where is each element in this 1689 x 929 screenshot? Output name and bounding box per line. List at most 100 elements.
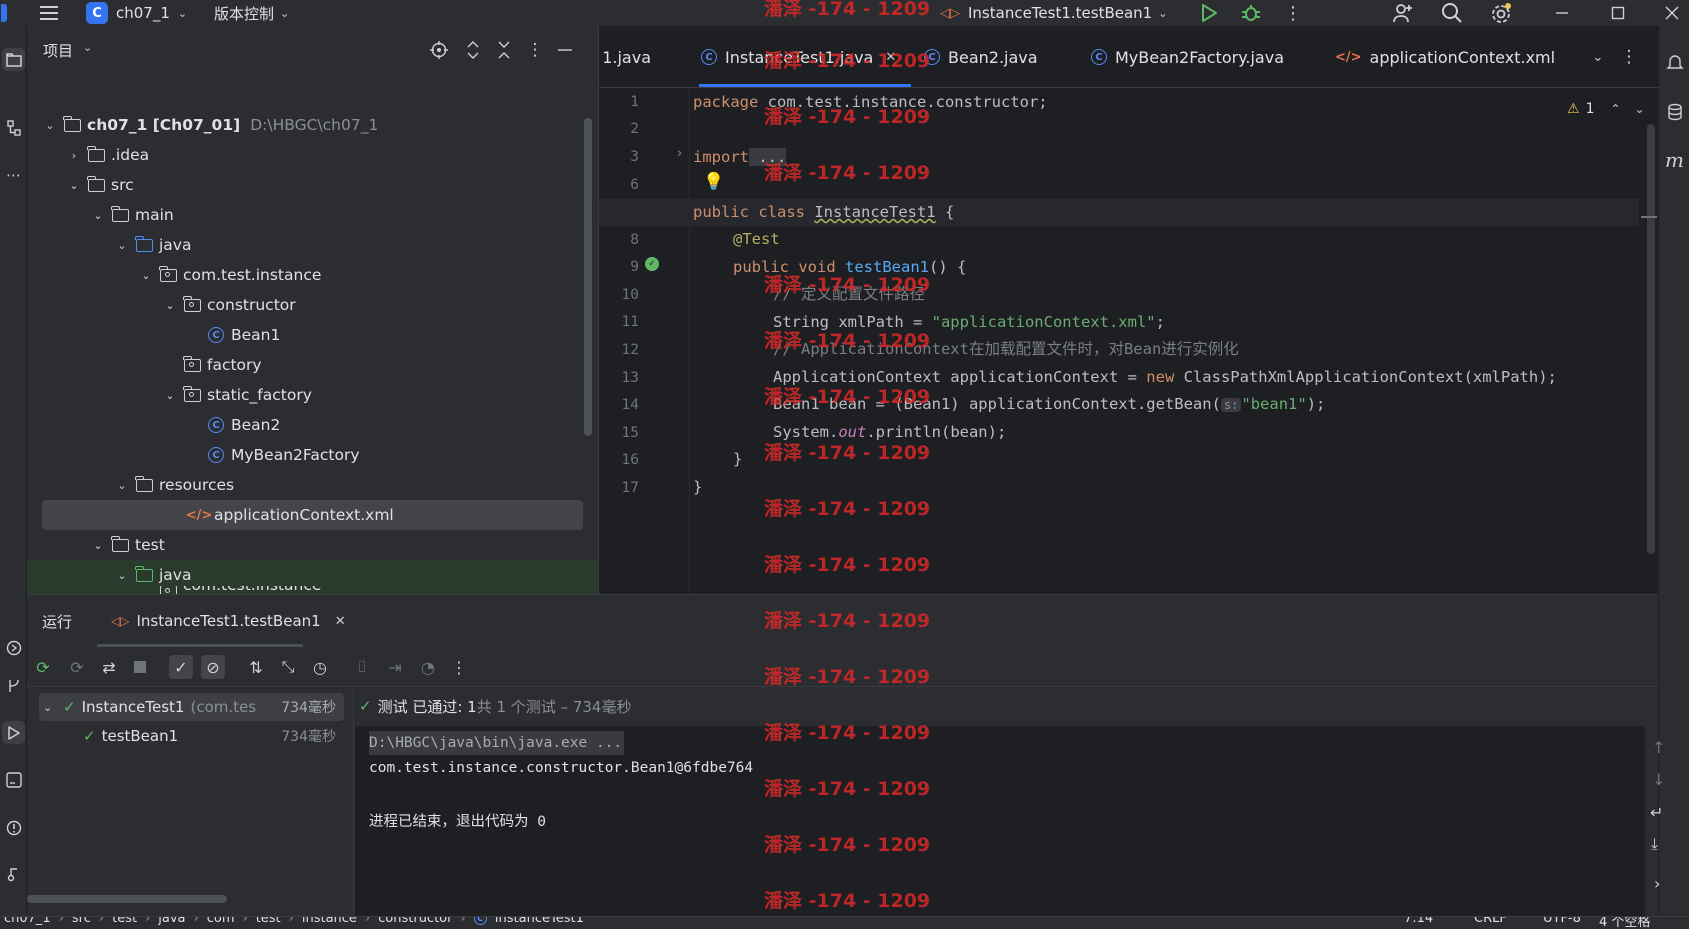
tree-scrollbar[interactable] [584,118,592,436]
notifications-icon[interactable] [1663,50,1686,73]
show-ignored-icon[interactable]: ⊘ [201,655,225,679]
breadcrumb-item[interactable]: java [158,917,185,926]
hide-panel-icon[interactable] [554,39,576,61]
collapse-all-icon[interactable] [493,39,515,61]
terminal-tool-icon[interactable] [2,768,25,791]
code-line-3[interactable]: import ... [693,144,787,171]
tree-item-application-context[interactable]: </> applicationContext.xml [42,500,583,530]
code-line-15[interactable]: System.out.println(bean); [693,419,1006,446]
inspection-widget[interactable]: ⚠ 1 ⌃ ⌄ [1567,96,1645,122]
search-icon[interactable] [1439,0,1465,26]
fold-chevron-icon[interactable]: › [677,146,682,161]
services-tool-icon[interactable] [2,636,25,659]
chevron-down-icon[interactable]: ⌄ [163,299,177,312]
tree-item-constructor[interactable]: ⌄ constructor [27,290,598,320]
chevron-down-icon[interactable]: ⌄ [91,209,105,222]
show-passed-icon[interactable]: ✓ [169,655,193,679]
vcs-menu[interactable]: 版本控制 ⌄ [214,0,289,26]
more-options-icon[interactable]: ⋮ [447,655,471,679]
chevron-down-icon[interactable]: ⌄ [139,586,153,589]
lightbulb-icon[interactable]: 💡 [703,172,724,192]
project-selector[interactable]: C ch07_1 ⌄ [86,0,187,26]
database-icon[interactable] [1663,100,1686,123]
tree-item-package[interactable]: ⌄ com.test.instance [27,260,598,290]
chevron-down-icon[interactable]: ⌄ [43,701,59,714]
code-line-9[interactable]: public void testBean1() { [693,254,966,281]
tab-bean2-java[interactable]: C Bean2.java [924,26,1038,88]
chevron-down-icon[interactable]: ⌄ [139,269,153,282]
main-menu-icon[interactable] [36,0,62,26]
code-line-8[interactable]: @Test [693,226,780,253]
settings-gear-icon[interactable] [1488,0,1514,26]
screenshot-icon[interactable]: ⌷ [350,655,374,679]
run-tab[interactable]: ◁▷ InstanceTest1.testBean1 ✕ [111,595,346,647]
tab-options-icon[interactable]: ⋮ [1619,46,1639,68]
tree-item-test[interactable]: ⌄ test [27,530,598,560]
chevron-up-icon[interactable]: ⌃ [1610,102,1620,116]
maximize-icon[interactable] [1606,0,1630,26]
version-control-tool-icon[interactable] [2,862,25,885]
test-row-class[interactable]: ⌄ ✓ InstanceTest1 (com.tes 734毫秒 [39,693,344,721]
tree-item-static-factory[interactable]: ⌄ static_factory [27,380,598,410]
chevron-right-icon[interactable]: › [67,149,81,162]
tree-item-package-test[interactable]: ⌄ com.test.instance [27,586,598,594]
rerun-icon[interactable]: ⟳ [31,655,55,679]
chevron-down-icon[interactable]: ⌄ [1635,102,1645,116]
code-line-12[interactable]: // ApplicationContext在加载配置文件时，对Bean进行实例化 [693,336,1239,363]
breadcrumb-item[interactable]: test [112,917,137,926]
chevron-down-icon[interactable]: ⌄ [83,41,92,54]
maven-icon[interactable]: m [1663,148,1686,172]
locate-file-icon[interactable] [428,39,450,61]
close-tab-icon[interactable]: ✕ [335,614,346,629]
tree-item-factory[interactable]: factory [27,350,598,380]
line-ending[interactable]: CRLF [1474,917,1507,926]
chevron-down-icon[interactable]: ⌄ [43,119,57,132]
chevron-down-icon[interactable]: ⌄ [115,479,129,492]
breadcrumb-item[interactable]: src [72,917,91,926]
breadcrumb-item[interactable]: InstanceTest1 [495,917,584,926]
code-line-16[interactable]: } [693,446,742,473]
import-tests-icon[interactable]: ⇥ [383,655,407,679]
code-line-17[interactable]: } [693,474,702,501]
chevron-down-icon[interactable]: ⌄ [115,239,129,252]
close-tab-icon[interactable]: ✕ [885,50,896,65]
cursor-position[interactable]: 7:14 [1404,917,1433,926]
tab-instancetest1-partial[interactable]: 1.java [599,26,651,88]
tree-item-mybean2factory[interactable]: C MyBean2Factory [27,440,598,470]
panel-options-icon[interactable]: ⋮ [525,39,545,61]
close-window-icon[interactable] [1660,0,1684,26]
structure-tool-icon[interactable] [2,116,25,139]
tree-item-idea[interactable]: › .idea [27,140,598,170]
breadcrumb-item[interactable]: com [207,917,235,926]
file-encoding[interactable]: UTF-8 [1543,917,1581,926]
tree-item-bean2[interactable]: C Bean2 [27,410,598,440]
code-line-1[interactable]: package com.test.instance.constructor; [693,89,1048,116]
run-test-method-gutter-icon[interactable]: ✓ [645,257,659,271]
tree-item-project-root[interactable]: ⌄ ch07_1 [Ch07_01] D:\HBGC\ch07_1 [27,110,598,140]
tab-instancetest1-java[interactable]: C InstanceTest1.java ✕ [701,26,896,88]
breadcrumb-item[interactable]: ch07_1 [4,917,51,926]
run-tool-icon[interactable] [2,721,25,744]
tree-item-resources[interactable]: ⌄ resources [27,470,598,500]
expand-all-icon[interactable] [462,39,484,61]
git-tool-icon[interactable] [2,674,25,697]
history-icon[interactable]: ◷ [308,655,332,679]
code-line-14[interactable]: Bean1 bean = (Bean1) applicationContext.… [693,391,1325,418]
breadcrumb-item[interactable]: instance [302,917,357,926]
toggle-auto-test-icon[interactable]: ⇄ [97,655,121,679]
add-user-icon[interactable] [1390,0,1416,26]
tree-item-src[interactable]: ⌄ src [27,170,598,200]
run-config-selector[interactable]: ◁▷ InstanceTest1.testBean1 ⌄ [940,0,1167,26]
sort-icon[interactable]: ⇅ [244,655,268,679]
scroll-down-icon[interactable]: ↓ [1652,770,1665,789]
editor-scrollbar[interactable] [1647,124,1655,554]
test-row-method[interactable]: ✓ testBean1 734毫秒 [39,722,344,750]
more-tools-icon[interactable]: ⋯ [2,163,25,186]
indent-setting[interactable]: 4 个空格 [1599,917,1650,929]
collapse-icon[interactable]: ⤡ [276,655,300,679]
console-area[interactable]: D:\HBGC\java\bin\java.exe ... com.test.i… [355,726,1645,917]
breadcrumb-item[interactable]: test [256,917,281,926]
scroll-up-icon[interactable]: ↑ [1652,738,1665,757]
tree-item-main[interactable]: ⌄ main [27,200,598,230]
project-tool-icon[interactable] [2,48,25,71]
